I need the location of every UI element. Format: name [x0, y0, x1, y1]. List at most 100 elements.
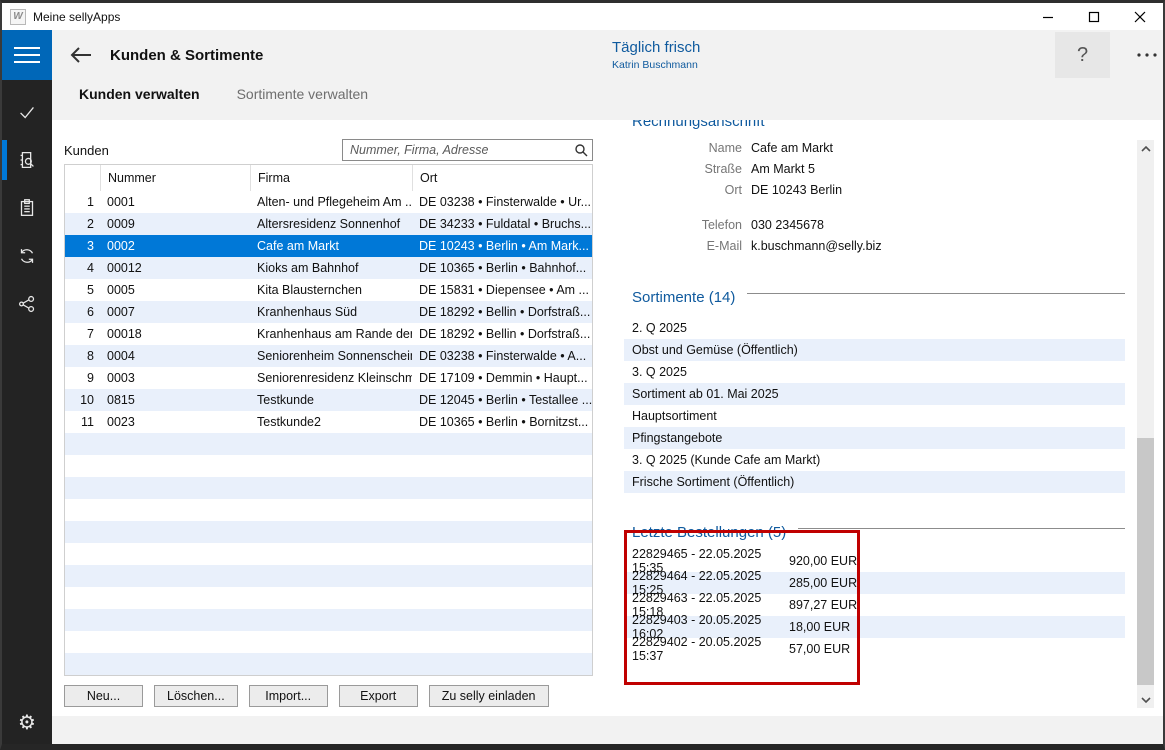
sidebar-item-share[interactable] [2, 280, 52, 328]
sidebar-item-sync[interactable] [2, 232, 52, 280]
field-value: 030 2345678 [751, 218, 824, 232]
sortiment-item[interactable]: Pfingstangebote [624, 427, 1125, 449]
invite-to-selly-button[interactable]: Zu selly einladen [429, 685, 549, 707]
empty-row [65, 587, 592, 609]
sortiment-item[interactable]: Sortiment ab 01. Mai 2025 [624, 383, 1125, 405]
delete-button[interactable]: Löschen... [154, 685, 238, 707]
page-header: Kunden & Sortimente Täglich frisch Katri… [52, 30, 1163, 120]
minimize-icon [1042, 11, 1054, 23]
vertical-scrollbar[interactable] [1137, 140, 1154, 708]
scrollbar-thumb[interactable] [1137, 438, 1154, 685]
table-row[interactable]: 400012Kioks am BahnhofDE 10365 • Berlin … [65, 257, 592, 279]
scroll-up-button[interactable] [1137, 140, 1154, 157]
titlebar: W Meine sellyApps [2, 3, 1163, 30]
sortiment-item[interactable]: 2. Q 2025 [624, 317, 1125, 339]
cell-nummer: 0007 [100, 305, 250, 319]
cell-nummer: 0009 [100, 217, 250, 231]
export-button[interactable]: Export [339, 685, 418, 707]
sortimente-section-title: Sortimente (14) [632, 289, 735, 306]
order-item[interactable]: 22829402 - 20.05.2025 15:3757,00 EUR [624, 638, 1125, 660]
row-index: 9 [65, 371, 100, 385]
search-input[interactable] [350, 143, 574, 157]
column-ort[interactable]: Ort [412, 165, 592, 191]
cell-nummer: 0005 [100, 283, 250, 297]
tab-sortimente-verwalten[interactable]: Sortimente verwalten [237, 86, 369, 108]
empty-row [65, 609, 592, 631]
table-row[interactable]: 10001Alten- und Pflegeheim Am ...DE 0323… [65, 191, 592, 213]
help-button[interactable]: ? [1055, 32, 1110, 78]
customers-book-search-icon [16, 149, 38, 171]
table-row[interactable]: 700018Kranhenhaus am Rande der ...DE 182… [65, 323, 592, 345]
back-button[interactable] [64, 38, 98, 72]
more-button[interactable] [1124, 32, 1165, 78]
sidebar-item-tasks[interactable] [2, 88, 52, 136]
row-index: 3 [65, 239, 100, 253]
sidebar-item-customers[interactable] [2, 136, 52, 184]
field-label: Ort [624, 183, 742, 197]
app-icon: W [10, 9, 26, 25]
cell-firma: Seniorenheim Sonnenschein [250, 349, 412, 363]
section-divider [747, 293, 1125, 294]
row-index: 7 [65, 327, 100, 341]
empty-row [65, 455, 592, 477]
cell-nummer: 0002 [100, 239, 250, 253]
settings-button[interactable]: ⚙ [2, 700, 52, 744]
clipboard-icon [16, 197, 38, 219]
customers-table: Nummer Firma Ort 10001Alten- und Pflegeh… [64, 164, 593, 676]
empty-row [65, 433, 592, 455]
order-amount: 920,00 EUR [789, 554, 857, 568]
row-index: 11 [65, 415, 100, 429]
cell-firma: Kranhenhaus Süd [250, 305, 412, 319]
cell-ort: DE 03238 • Finsterwalde • A... [412, 349, 592, 363]
sortiment-item[interactable]: 3. Q 2025 [624, 361, 1125, 383]
field-value: Cafe am Markt [751, 141, 833, 155]
table-row[interactable]: 80004Seniorenheim SonnenscheinDE 03238 •… [65, 345, 592, 367]
order-amount: 897,27 EUR [789, 598, 857, 612]
import-button[interactable]: Import... [249, 685, 328, 707]
maximize-button[interactable] [1071, 3, 1117, 30]
sortiment-item[interactable]: Hauptsortiment [624, 405, 1125, 427]
column-firma[interactable]: Firma [250, 165, 412, 191]
table-row[interactable]: 100815TestkundeDE 12045 • Berlin • Testa… [65, 389, 592, 411]
field-label: Telefon [624, 218, 742, 232]
order-amount: 57,00 EUR [789, 642, 850, 656]
scroll-down-button[interactable] [1137, 691, 1154, 708]
column-nummer[interactable]: Nummer [100, 165, 250, 191]
billing-field: NameCafe am Markt [624, 137, 1125, 158]
table-row[interactable]: 110023Testkunde2DE 10365 • Berlin • Born… [65, 411, 592, 433]
search-box[interactable] [342, 139, 593, 161]
sidebar-item-orders[interactable] [2, 184, 52, 232]
chevron-down-icon [1141, 697, 1151, 703]
cell-ort: DE 12045 • Berlin • Testallee ... [412, 393, 592, 407]
cell-ort: DE 10365 • Berlin • Bahnhof... [412, 261, 592, 275]
table-row[interactable]: 30002Cafe am MarktDE 10243 • Berlin • Am… [65, 235, 592, 257]
close-button[interactable] [1117, 3, 1163, 30]
menu-button[interactable] [2, 30, 52, 80]
new-button[interactable]: Neu... [64, 685, 143, 707]
cell-firma: Kita Blausternchen [250, 283, 412, 297]
share-network-icon [16, 293, 38, 315]
row-index: 6 [65, 305, 100, 319]
cell-firma: Seniorenresidenz Kleinschm... [250, 371, 412, 385]
table-row[interactable]: 90003Seniorenresidenz Kleinschm...DE 171… [65, 367, 592, 389]
check-icon [16, 101, 38, 123]
cell-firma: Altersresidenz Sonnenhof [250, 217, 412, 231]
search-icon [574, 143, 588, 157]
row-index: 4 [65, 261, 100, 275]
table-row[interactable]: 20009Altersresidenz SonnenhofDE 34233 • … [65, 213, 592, 235]
cell-ort: DE 10365 • Berlin • Bornitzst... [412, 415, 592, 429]
sortiment-item[interactable]: Frische Sortiment (Öffentlich) [624, 471, 1125, 493]
table-row[interactable]: 60007Kranhenhaus SüdDE 18292 • Bellin • … [65, 301, 592, 323]
field-value: k.buschmann@selly.biz [751, 239, 882, 253]
sortiment-item[interactable]: Obst und Gemüse (Öffentlich) [624, 339, 1125, 361]
field-value: DE 10243 Berlin [751, 183, 842, 197]
company-block: Täglich frisch Katrin Buschmann [612, 39, 700, 71]
table-header: Nummer Firma Ort [65, 165, 592, 191]
section-divider [798, 528, 1125, 529]
maximize-icon [1088, 11, 1100, 23]
sortiment-item[interactable]: 3. Q 2025 (Kunde Cafe am Markt) [624, 449, 1125, 471]
cell-firma: Cafe am Markt [250, 239, 412, 253]
minimize-button[interactable] [1025, 3, 1071, 30]
tab-kunden-verwalten[interactable]: Kunden verwalten [79, 86, 200, 108]
table-row[interactable]: 50005Kita BlausternchenDE 15831 • Diepen… [65, 279, 592, 301]
